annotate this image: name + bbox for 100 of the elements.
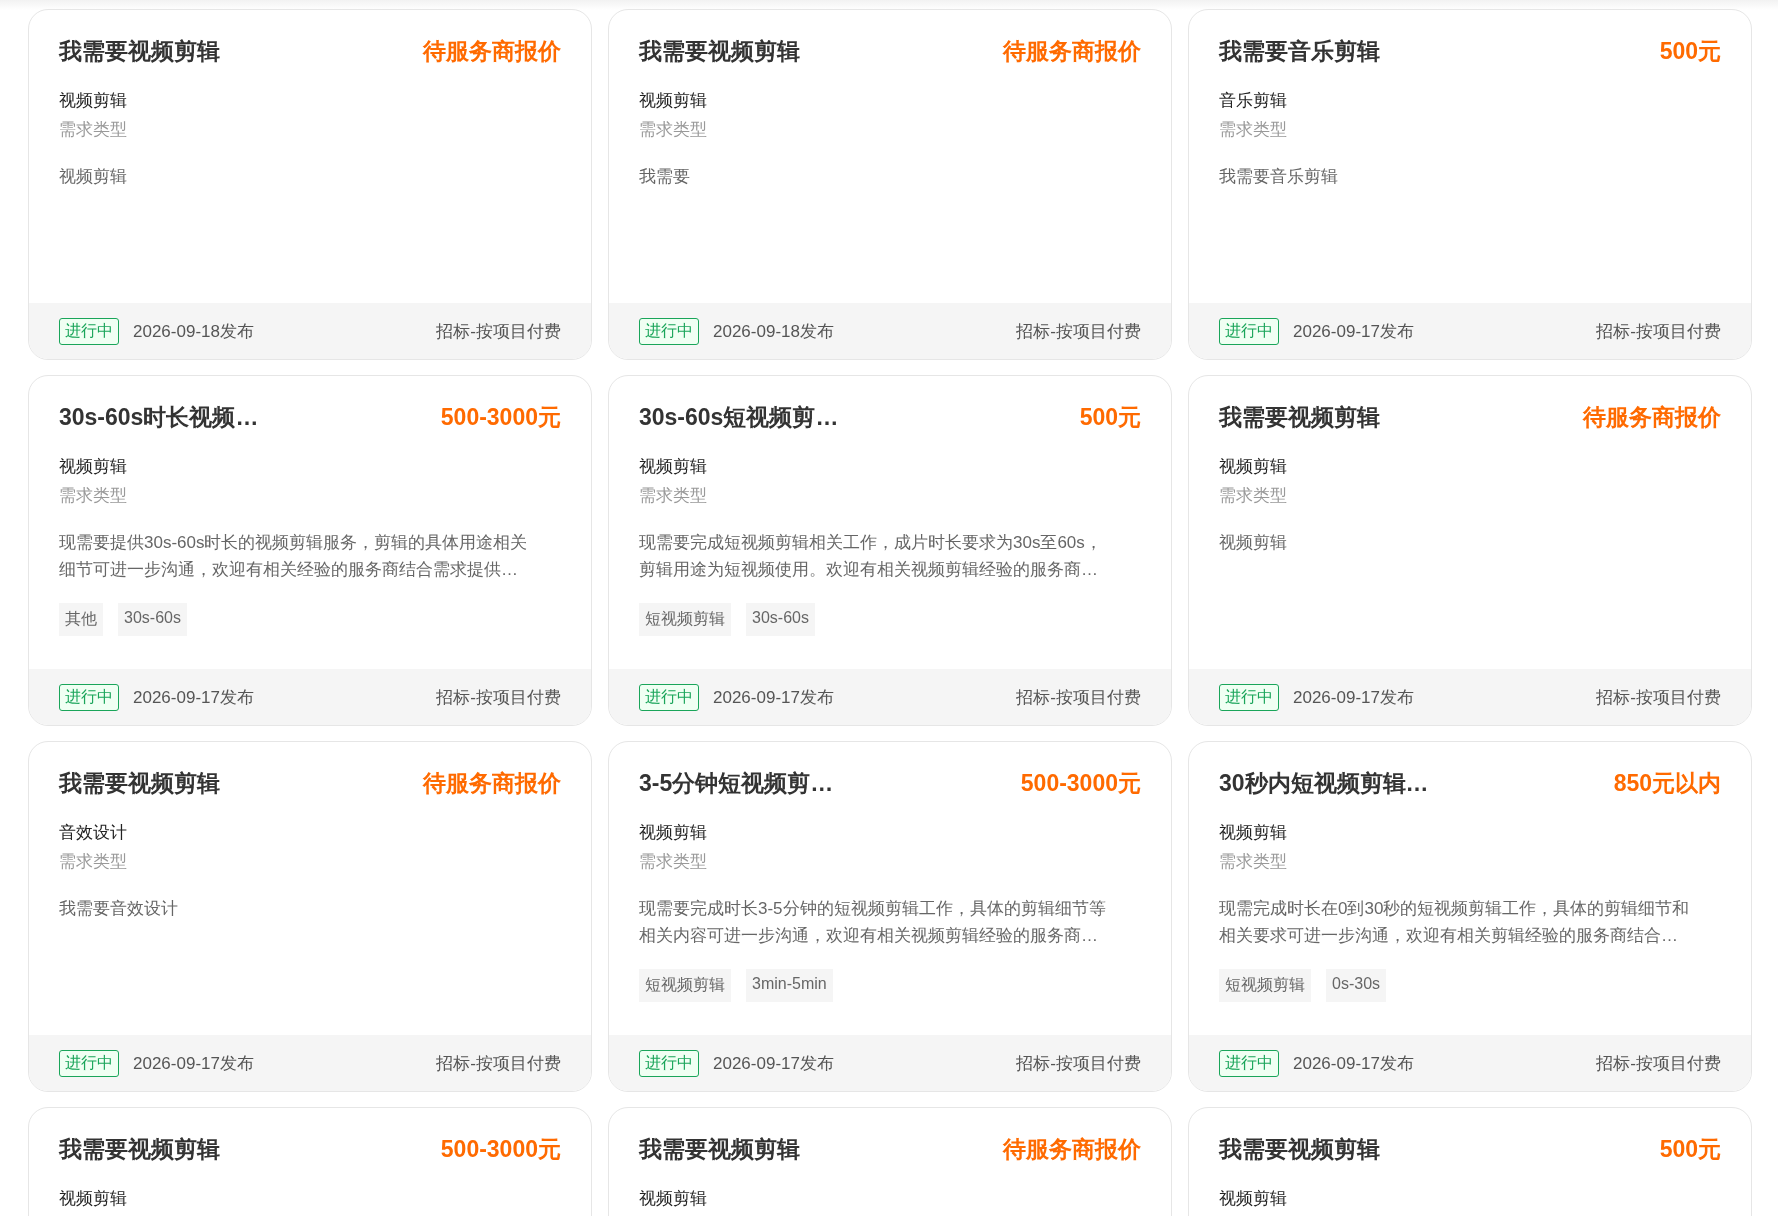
category: 音效设计 [59,822,127,844]
price: 500-3000元 [440,403,561,432]
price: 待服务商报价 [423,37,561,66]
description-line: 我需要音效设计 [59,898,178,920]
type-label: 需求类型 [639,485,707,507]
description-line: 细节可进一步沟通，欢迎有相关经验的服务商结合需求提供… [59,559,518,581]
price: 500-3000元 [1020,769,1141,798]
request-title: 我需要视频剪辑 [1219,1135,1380,1164]
publish-date: 2026-09-17发布 [713,686,834,709]
request-title: 30s-60s时长视频… [59,403,259,432]
description-line: 相关要求可进一步沟通，欢迎有相关剪辑经验的服务商结合… [1219,925,1678,947]
request-card[interactable]: 30s-60s时长视频… 500-3000元 视频剪辑 需求类型 现需要提供30s-60s时长的视频剪辑服务，剪辑的具体用途相关 细节可进一步沟通，欢迎有相关经验的服务商结合需求提供… 其他 30s-60s 进行中 2026-09-17发布 招标-按项目付费 [28,375,592,726]
tag: 其他 [59,603,103,636]
publish-date: 2026-09-18发布 [133,320,254,343]
price: 500元 [1659,1135,1721,1164]
category: 视频剪辑 [59,90,127,112]
category: 视频剪辑 [639,456,707,478]
request-title: 我需要视频剪辑 [1219,403,1380,432]
type-label: 需求类型 [639,119,707,141]
description-line: 我需要 [639,166,690,188]
description-line: 视频剪辑 [1219,532,1287,554]
type-label: 需求类型 [59,485,127,507]
tag: 30s-60s [118,603,187,636]
tag: 短视频剪辑 [639,969,731,1002]
description-line: 我需要音乐剪辑 [1219,166,1338,188]
type-label: 需求类型 [1219,851,1287,873]
billing-type: 招标-按项目付费 [436,320,561,343]
description-line: 现需完成时长在0到30秒的短视频剪辑工作，具体的剪辑细节和 [1219,898,1690,920]
type-label: 需求类型 [59,119,127,141]
status-badge: 进行中 [639,683,699,711]
request-title: 3-5分钟短视频剪… [639,769,834,798]
request-title: 我需要视频剪辑 [639,37,800,66]
request-card[interactable]: 我需要音乐剪辑 500元 音乐剪辑 需求类型 我需要音乐剪辑 进行中 2026-09-17发布 招标-按项目付费 [1188,9,1752,360]
category: 视频剪辑 [1219,1188,1287,1210]
description-line: 现需要提供30s-60s时长的视频剪辑服务，剪辑的具体用途相关 [59,532,528,554]
request-card[interactable]: 我需要视频剪辑 500-3000元 视频剪辑 [28,1107,592,1216]
request-card[interactable]: 30秒内短视频剪辑… 850元以内 视频剪辑 需求类型 现需完成时长在0到30秒的短视频剪辑工作，具体的剪辑细节和 相关要求可进一步沟通，欢迎有相关剪辑经验的服务商结合… 短视频剪辑 0s-30s 进行中 2026-09-17发布 招标-按项目付费 [1188,741,1752,1092]
status-badge: 进行中 [59,1049,119,1077]
category: 视频剪辑 [1219,822,1287,844]
request-card[interactable]: 我需要视频剪辑 待服务商报价 视频剪辑 需求类型 视频剪辑 进行中 2026-09-17发布 招标-按项目付费 [1188,375,1752,726]
billing-type: 招标-按项目付费 [1016,320,1141,343]
price: 待服务商报价 [423,769,561,798]
request-title: 30秒内短视频剪辑… [1219,769,1429,798]
tag: 0s-30s [1326,969,1387,1002]
status-badge: 进行中 [59,317,119,345]
request-card[interactable]: 3-5分钟短视频剪… 500-3000元 视频剪辑 需求类型 现需要完成时长3-5分钟的短视频剪辑工作，具体的剪辑细节等 相关内容可进一步沟通，欢迎有相关视频剪辑经验的服务商… 短视频剪辑 3min-5min 进行中 2026-09-17发布 招标-按项目付费 [608,741,1172,1092]
publish-date: 2026-09-17发布 [133,686,254,709]
request-title: 我需要视频剪辑 [59,1135,220,1164]
billing-type: 招标-按项目付费 [1016,686,1141,709]
publish-date: 2026-09-17发布 [1293,686,1414,709]
description-line: 剪辑用途为短视频使用。欢迎有相关视频剪辑经验的服务商… [639,559,1098,581]
status-badge: 进行中 [1219,1049,1279,1077]
request-card[interactable]: 我需要视频剪辑 待服务商报价 音效设计 需求类型 我需要音效设计 进行中 2026-09-17发布 招标-按项目付费 [28,741,592,1092]
request-title: 我需要音乐剪辑 [1219,37,1380,66]
tag: 短视频剪辑 [1219,969,1311,1002]
publish-date: 2026-09-17发布 [1293,320,1414,343]
type-label: 需求类型 [639,851,707,873]
request-title: 我需要视频剪辑 [639,1135,800,1164]
request-title: 我需要视频剪辑 [59,769,220,798]
request-card[interactable]: 我需要视频剪辑 待服务商报价 视频剪辑 需求类型 我需要 进行中 2026-09-18发布 招标-按项目付费 [608,9,1172,360]
request-card[interactable]: 我需要视频剪辑 500元 视频剪辑 [1188,1107,1752,1216]
status-badge: 进行中 [1219,317,1279,345]
category: 视频剪辑 [639,90,707,112]
category: 视频剪辑 [639,822,707,844]
billing-type: 招标-按项目付费 [1596,1052,1721,1075]
billing-type: 招标-按项目付费 [1596,686,1721,709]
category: 视频剪辑 [1219,456,1287,478]
billing-type: 招标-按项目付费 [436,1052,561,1075]
request-card[interactable]: 30s-60s短视频剪… 500元 视频剪辑 需求类型 现需要完成短视频剪辑相关工作，成片时长要求为30s至60s， 剪辑用途为短视频使用。欢迎有相关视频剪辑经验的服务商… 短视频剪辑 30s-60s 进行中 2026-09-17发布 招标-按项目付费 [608,375,1172,726]
publish-date: 2026-09-17发布 [1293,1052,1414,1075]
price: 500元 [1079,403,1141,432]
category: 视频剪辑 [59,1188,127,1210]
status-badge: 进行中 [639,317,699,345]
request-title: 30s-60s短视频剪… [639,403,839,432]
type-label: 需求类型 [59,851,127,873]
status-badge: 进行中 [1219,683,1279,711]
status-badge: 进行中 [59,683,119,711]
description-line: 视频剪辑 [59,166,127,188]
publish-date: 2026-09-17发布 [133,1052,254,1075]
type-label: 需求类型 [1219,485,1287,507]
publish-date: 2026-09-17发布 [713,1052,834,1075]
billing-type: 招标-按项目付费 [1016,1052,1141,1075]
price: 850元以内 [1613,769,1721,798]
description-line: 现需要完成短视频剪辑相关工作，成片时长要求为30s至60s， [639,532,1102,554]
description-line: 相关内容可进一步沟通，欢迎有相关视频剪辑经验的服务商… [639,925,1098,947]
price: 待服务商报价 [1003,1135,1141,1164]
tag: 30s-60s [746,603,815,636]
billing-type: 招标-按项目付费 [1596,320,1721,343]
billing-type: 招标-按项目付费 [436,686,561,709]
tag: 短视频剪辑 [639,603,731,636]
price: 待服务商报价 [1583,403,1721,432]
category: 视频剪辑 [59,456,127,478]
type-label: 需求类型 [1219,119,1287,141]
category: 视频剪辑 [639,1188,707,1210]
price: 500元 [1659,37,1721,66]
price: 待服务商报价 [1003,37,1141,66]
request-card[interactable]: 我需要视频剪辑 待服务商报价 视频剪辑 需求类型 视频剪辑 进行中 2026-09-18发布 招标-按项目付费 [28,9,592,360]
category: 音乐剪辑 [1219,90,1287,112]
tag: 3min-5min [746,969,833,1002]
request-card[interactable]: 我需要视频剪辑 待服务商报价 视频剪辑 [608,1107,1172,1216]
